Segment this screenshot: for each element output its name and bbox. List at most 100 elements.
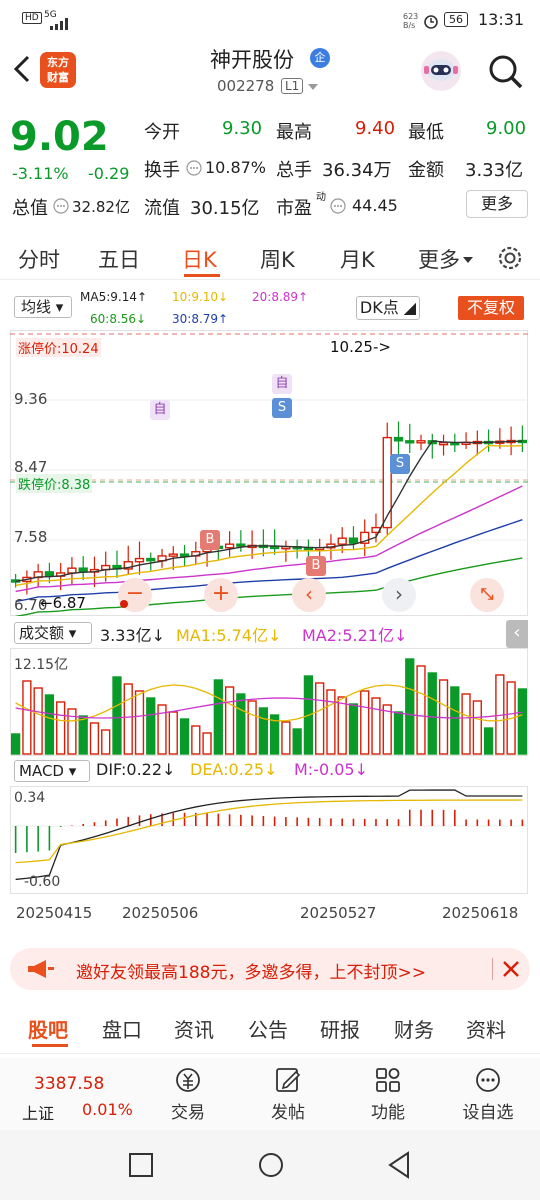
turnover-label: 换手 bbox=[144, 160, 180, 181]
ma-type-select[interactable]: 均线 ▾ bbox=[14, 296, 72, 318]
post-button[interactable]: 发帖 bbox=[248, 1066, 328, 1123]
logo-text-2: 财富 bbox=[47, 71, 69, 84]
candle-body bbox=[438, 441, 449, 446]
active-tab-indicator bbox=[184, 274, 220, 277]
zoom-in-button[interactable]: + bbox=[204, 578, 238, 612]
low-annotation: ←6.87 bbox=[40, 594, 86, 612]
promo-text[interactable]: 邀好友领最高188元，多邀多得，上不封顶>> bbox=[76, 958, 426, 983]
quote-panel: 9.02 -3.11% -0.29 总值 32.82亿 今开 9.30 最高 9… bbox=[0, 108, 540, 228]
volume-axis-top: 12.15亿 bbox=[14, 657, 69, 673]
tab-guba[interactable]: 股吧 bbox=[28, 1014, 68, 1043]
features-label: 功能 bbox=[371, 1103, 405, 1123]
volume-bars-plot bbox=[10, 648, 528, 756]
back-triangle-icon[interactable] bbox=[386, 1150, 412, 1180]
market-cap-value: 32.82亿 bbox=[72, 198, 130, 216]
tab-weekly-k[interactable]: 周K bbox=[260, 244, 295, 274]
dk-point-button[interactable]: DK点 ◢ bbox=[356, 296, 420, 320]
recent-apps-icon[interactable] bbox=[128, 1152, 154, 1178]
tab-pankou[interactable]: 盘口 bbox=[102, 1014, 142, 1043]
caret-down-icon[interactable] bbox=[462, 256, 474, 264]
chevron-down-icon[interactable] bbox=[306, 82, 320, 92]
index-change[interactable]: 0.01% bbox=[82, 1100, 133, 1119]
active-tab-indicator bbox=[32, 1044, 68, 1047]
trade-button[interactable]: 交易 bbox=[148, 1066, 228, 1123]
search-icon[interactable] bbox=[486, 52, 526, 92]
post-label: 发帖 bbox=[271, 1103, 305, 1123]
collapse-panel-button[interactable]: ‹ bbox=[506, 620, 528, 648]
volume-bar bbox=[202, 732, 212, 755]
tab-finance[interactable]: 财务 bbox=[394, 1014, 434, 1043]
buy-signal-marker[interactable]: B bbox=[200, 530, 220, 550]
info-dots-icon[interactable] bbox=[330, 198, 346, 214]
volume-bar bbox=[393, 711, 404, 755]
tab-more[interactable]: 更多 bbox=[418, 244, 460, 274]
more-button[interactable]: 更多 bbox=[466, 190, 528, 218]
home-icon[interactable] bbox=[257, 1151, 285, 1179]
volume-bar bbox=[348, 703, 359, 755]
reset-expand-button[interactable]: ⤡ bbox=[470, 578, 504, 612]
buy-signal-marker[interactable]: B bbox=[306, 556, 326, 576]
index-value[interactable]: 3387.58 bbox=[34, 1074, 104, 1094]
volume-bar bbox=[247, 700, 257, 755]
back-arrow-icon[interactable] bbox=[10, 54, 34, 84]
index-name[interactable]: 上证 bbox=[22, 1100, 54, 1124]
self-select-marker[interactable]: 自 bbox=[150, 400, 170, 420]
tab-daily-k[interactable]: 日K bbox=[182, 244, 217, 274]
volume-bar bbox=[123, 683, 133, 755]
volume-bar bbox=[315, 682, 325, 755]
volume-bar bbox=[168, 711, 178, 755]
candle-body bbox=[236, 543, 246, 547]
enterprise-tag: 企 bbox=[310, 48, 330, 68]
candle-body bbox=[44, 571, 55, 577]
tab-profile[interactable]: 资料 bbox=[466, 1014, 506, 1043]
no-adjust-button[interactable]: 不复权 bbox=[458, 296, 524, 320]
yuan-exchange-icon bbox=[176, 1068, 200, 1092]
volume-bar bbox=[405, 658, 415, 755]
tab-monthly-k[interactable]: 月K bbox=[340, 244, 375, 274]
volume-bar bbox=[89, 722, 100, 755]
tab-news[interactable]: 资讯 bbox=[174, 1014, 214, 1043]
board-level-tag[interactable]: L1 bbox=[281, 78, 304, 94]
scroll-left-button[interactable]: ‹ bbox=[292, 578, 326, 612]
volume-bar bbox=[427, 672, 437, 755]
volume-bar bbox=[146, 697, 156, 755]
promo-banner[interactable]: 邀好友领最高188元，多邀多得，上不封顶>> bbox=[10, 948, 530, 990]
candlestick-plot[interactable] bbox=[10, 330, 528, 616]
kline-chart-area[interactable]: 均线 ▾ MA5:9.14↑ 10:9.10↓ 20:8.89↑ 60:8.56… bbox=[0, 282, 540, 942]
gear-icon[interactable] bbox=[496, 244, 524, 272]
megaphone-icon bbox=[28, 960, 54, 978]
pe-label: 市盈 bbox=[276, 198, 312, 219]
watchlist-label: 设自选 bbox=[462, 1103, 514, 1123]
tab-intraday[interactable]: 分时 bbox=[18, 244, 60, 274]
candle-body bbox=[224, 543, 235, 549]
tab-five-day[interactable]: 五日 bbox=[98, 244, 140, 274]
features-button[interactable]: 功能 bbox=[348, 1066, 428, 1123]
close-icon[interactable] bbox=[500, 958, 522, 980]
sell-signal-marker[interactable]: S bbox=[390, 454, 410, 474]
app-logo[interactable]: 东方 财富 bbox=[40, 52, 76, 88]
volume-bar bbox=[213, 679, 223, 755]
volume-type-label: 成交额 bbox=[19, 624, 65, 642]
scroll-right-button[interactable]: › bbox=[382, 578, 416, 612]
volume-bar bbox=[101, 729, 111, 755]
alarm-icon bbox=[424, 15, 438, 29]
market-cap-label: 总值 bbox=[12, 198, 48, 219]
volume-bar bbox=[337, 696, 347, 755]
sell-signal-marker[interactable]: S bbox=[272, 398, 292, 418]
info-dots-icon[interactable] bbox=[186, 160, 202, 176]
candle-body bbox=[67, 567, 77, 574]
content-tabs: 股吧 盘口 资讯 公告 研报 财务 资料 bbox=[0, 1002, 540, 1054]
watchlist-button[interactable]: 设自选 bbox=[448, 1066, 528, 1123]
self-select-marker[interactable]: 自 bbox=[272, 374, 292, 394]
info-dots-icon[interactable] bbox=[53, 198, 69, 214]
battery-indicator: 56 bbox=[444, 12, 468, 27]
robot-assistant-icon[interactable] bbox=[418, 48, 464, 94]
status-bar: HD 5G 623 B/s 56 13:31 bbox=[0, 0, 540, 40]
date-tick: 20250527 bbox=[300, 904, 377, 922]
volume-bar bbox=[450, 686, 460, 755]
volume-type-select[interactable]: 成交额 ▾ bbox=[14, 622, 92, 644]
high-value: 9.40 bbox=[355, 118, 396, 139]
tab-announcement[interactable]: 公告 bbox=[248, 1014, 288, 1043]
macd-type-select[interactable]: MACD ▾ bbox=[14, 760, 90, 782]
tab-research[interactable]: 研报 bbox=[320, 1014, 360, 1043]
